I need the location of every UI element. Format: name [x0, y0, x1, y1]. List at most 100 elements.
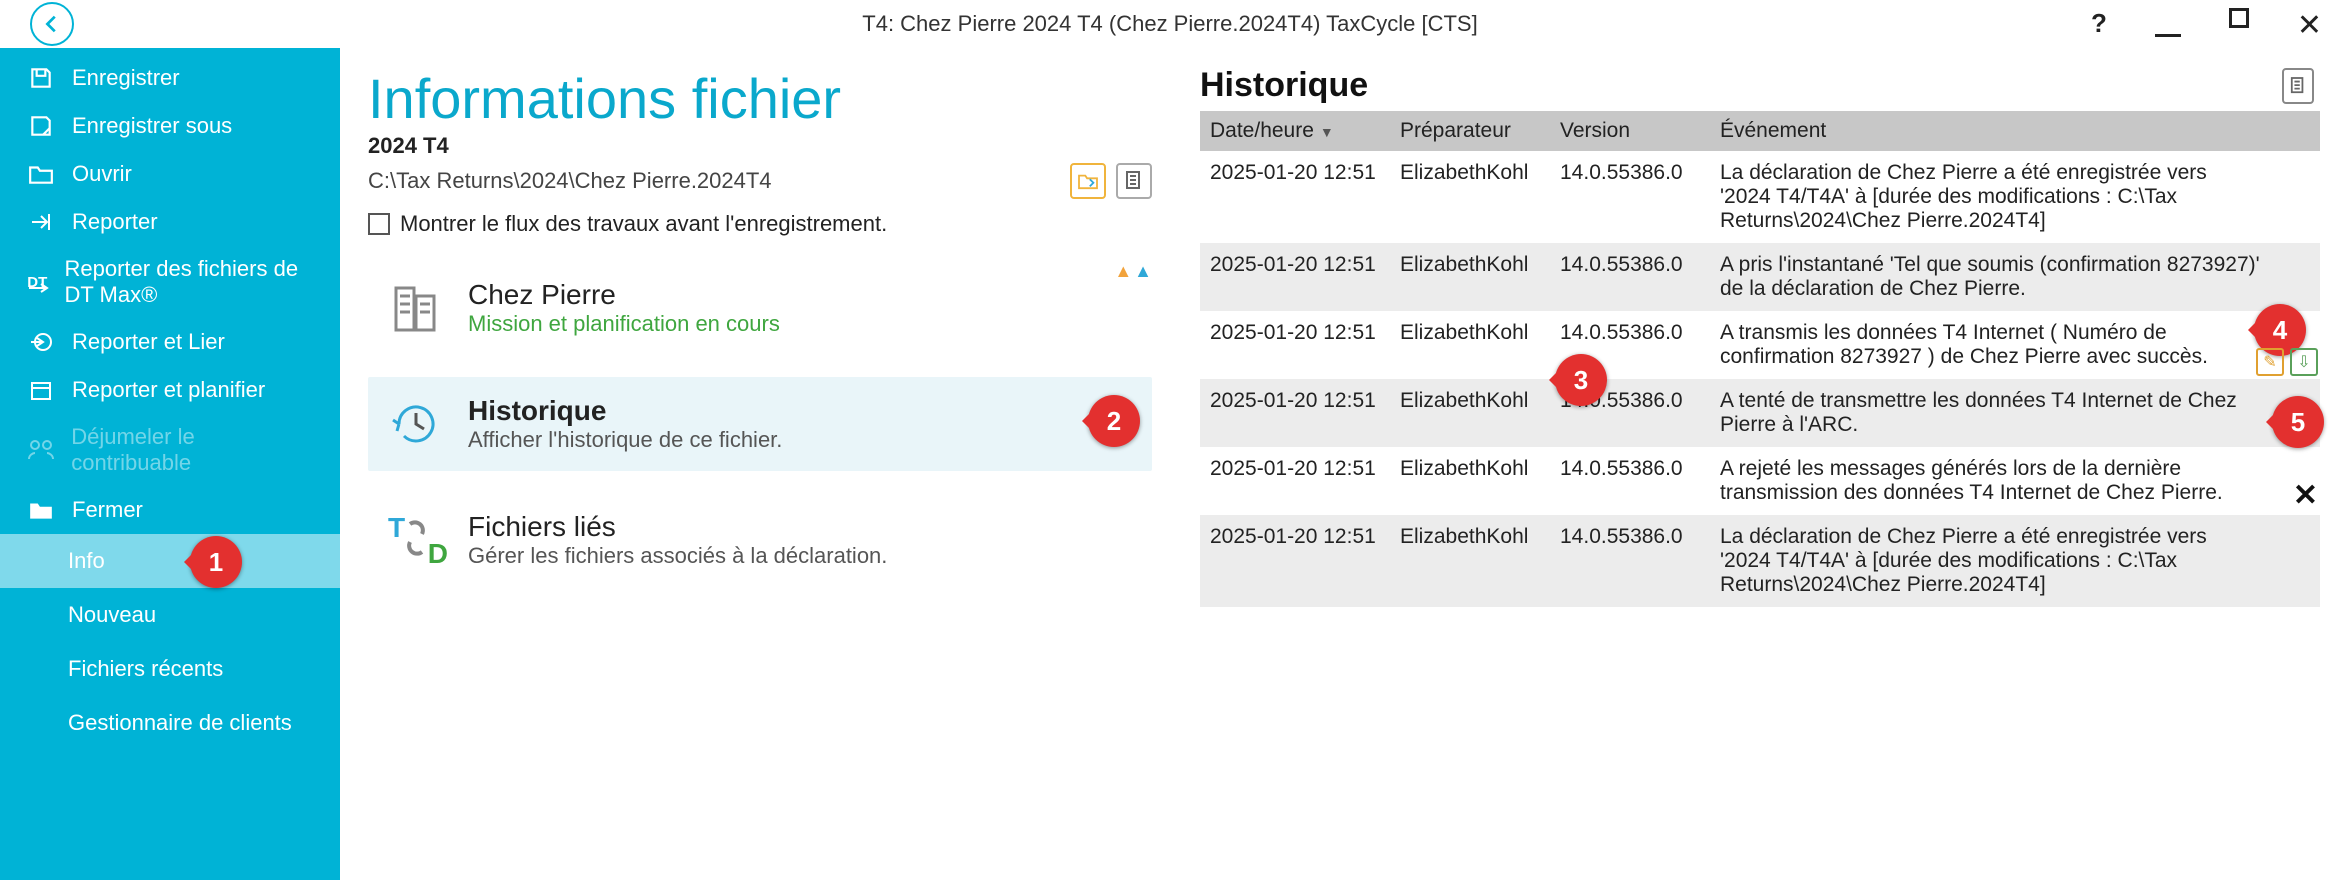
card-subtitle: Afficher l'historique de ce fichier.	[468, 427, 782, 453]
table-row[interactable]: 2025-01-20 12:51ElizabethKohl14.0.55386.…	[1200, 447, 2320, 515]
sidebar-sub-recents[interactable]: Fichiers récents	[0, 642, 340, 696]
cell-event: A rejeté les messages générés lors de la…	[1710, 447, 2320, 515]
sidebar-sub-clients[interactable]: Gestionnaire de clients	[0, 696, 340, 750]
save-snapshot-icon[interactable]: ⇩	[2290, 348, 2318, 376]
back-button[interactable]	[30, 2, 74, 46]
link-forward-icon	[26, 328, 56, 356]
history-heading: Historique	[1200, 66, 1368, 105]
copy-path-button[interactable]	[1116, 163, 1152, 199]
cell-datetime: 2025-01-20 12:51	[1200, 151, 1390, 243]
checkbox-label: Montrer le flux des travaux avant l'enre…	[400, 211, 887, 237]
cell-datetime: 2025-01-20 12:51	[1200, 379, 1390, 447]
cell-version: 14.0.55386.0	[1550, 243, 1710, 311]
cell-version: 14.0.55386.0	[1550, 515, 1710, 607]
cell-datetime: 2025-01-20 12:51	[1200, 243, 1390, 311]
cell-preparer: ElizabethKohl	[1390, 151, 1550, 243]
cell-version: 14.0.55386.0	[1550, 151, 1710, 243]
workflow-checkbox-row[interactable]: Montrer le flux des travaux avant l'enre…	[368, 211, 1152, 237]
sidebar-sub-nouveau[interactable]: Nouveau	[0, 588, 340, 642]
card-subtitle: Gérer les fichiers associés à la déclara…	[468, 543, 887, 569]
sidebar-item-label: Ouvrir	[72, 161, 132, 187]
card-company[interactable]: Chez Pierre Mission et planification en …	[368, 261, 800, 355]
col-preparer[interactable]: Préparateur	[1390, 111, 1550, 151]
sidebar-ouvrir[interactable]: Ouvrir	[0, 150, 340, 198]
cell-preparer: ElizabethKohl	[1390, 379, 1550, 447]
history-table: Date/heure▼ Préparateur Version Événemen…	[1200, 111, 2320, 607]
cell-event: La déclaration de Chez Pierre a été enre…	[1710, 515, 2320, 607]
table-row[interactable]: 2025-01-20 12:51ElizabethKohl14.0.55386.…	[1200, 515, 2320, 607]
save-icon	[26, 64, 56, 92]
sidebar-item-label: Déjumeler le contribuable	[71, 424, 314, 476]
maximize-button[interactable]	[2229, 8, 2249, 28]
col-event[interactable]: Événement	[1710, 111, 2320, 151]
sidebar-sub-info[interactable]: Info 1	[0, 534, 340, 588]
dt-icon: DT	[26, 268, 49, 296]
open-folder-button[interactable]	[1070, 163, 1106, 199]
cell-version: 14.0.55386.0	[1550, 447, 1710, 515]
callout-2: 2	[1088, 395, 1140, 447]
sidebar-item-label: Fermer	[72, 497, 143, 523]
sidebar-reporter-lier[interactable]: Reporter et Lier	[0, 318, 340, 366]
checkbox-icon[interactable]	[368, 213, 390, 235]
sidebar-dejumeler: Déjumeler le contribuable	[0, 414, 340, 486]
sidebar-item-label: Enregistrer sous	[72, 113, 232, 139]
sidebar-reporter-dtmax[interactable]: DT Reporter des fichiers de DT Max®	[0, 246, 340, 318]
history-panel: Historique Date/heure▼ Préparateur Versi…	[1180, 48, 2340, 880]
card-title: Chez Pierre	[468, 279, 780, 311]
cell-preparer: ElizabethKohl	[1390, 515, 1550, 607]
sort-desc-icon: ▼	[1320, 124, 1334, 140]
sidebar-item-label: Reporter des fichiers de DT Max®	[65, 256, 314, 308]
sidebar-reporter-planifier[interactable]: Reporter et planifier	[0, 366, 340, 414]
sidebar-item-label: Reporter	[72, 209, 158, 235]
cell-datetime: 2025-01-20 12:51	[1200, 311, 1390, 379]
sidebar-item-label: Reporter et planifier	[72, 377, 265, 403]
sidebar-enregistrer[interactable]: Enregistrer	[0, 54, 340, 102]
help-button[interactable]: ?	[2091, 8, 2107, 43]
copy-history-button[interactable]	[2282, 68, 2314, 104]
callout-3: 3	[1555, 354, 1607, 406]
file-path: C:\Tax Returns\2024\Chez Pierre.2024T4	[368, 168, 772, 194]
cell-event: A tenté de transmettre les données T4 In…	[1710, 379, 2320, 447]
year-line: 2024 T4	[368, 133, 1152, 159]
page-title: Informations fichier	[368, 66, 1152, 131]
card-history[interactable]: Historique Afficher l'historique de ce f…	[368, 377, 1152, 471]
folder-open-icon	[26, 160, 56, 188]
minimize-button[interactable]	[2155, 2, 2181, 37]
callout-5: 5	[2272, 396, 2324, 448]
edit-snapshot-icon[interactable]: ✎	[2256, 348, 2284, 376]
sidebar-sub-label: Fichiers récents	[68, 656, 223, 681]
calendar-icon	[26, 376, 56, 404]
col-version[interactable]: Version	[1550, 111, 1710, 151]
card-title: Historique	[468, 395, 782, 427]
titlebar: T4: Chez Pierre 2024 T4 (Chez Pierre.202…	[0, 0, 2340, 48]
sidebar-sub-label: Gestionnaire de clients	[68, 710, 292, 735]
dismiss-row-icon[interactable]: ✕	[2293, 478, 2318, 513]
linked-files-icon: T D	[388, 512, 444, 568]
cell-event: La déclaration de Chez Pierre a été enre…	[1710, 151, 2320, 243]
sidebar: Enregistrer Enregistrer sous Ouvrir Repo…	[0, 48, 340, 880]
history-clock-icon	[388, 396, 444, 452]
card-title: Fichiers liés	[468, 511, 887, 543]
forward-icon	[26, 208, 56, 236]
col-datetime[interactable]: Date/heure▼	[1200, 111, 1390, 151]
table-row[interactable]: 2025-01-20 12:51ElizabethKohl14.0.55386.…	[1200, 379, 2320, 447]
row-action-icons: ✎ ⇩	[2256, 348, 2318, 376]
sidebar-item-label: Enregistrer	[72, 65, 180, 91]
card-linked-files[interactable]: T D Fichiers liés Gérer les fichiers ass…	[368, 493, 1152, 587]
table-row[interactable]: 2025-01-20 12:51ElizabethKohl14.0.55386.…	[1200, 151, 2320, 243]
sidebar-sub-label: Nouveau	[68, 602, 156, 627]
table-row[interactable]: 2025-01-20 12:51ElizabethKohl14.0.55386.…	[1200, 243, 2320, 311]
file-info-panel: Informations fichier 2024 T4 C:\Tax Retu…	[340, 48, 1180, 880]
sidebar-fermer[interactable]: Fermer	[0, 486, 340, 534]
people-pair-icon[interactable]: ▲▲	[1114, 261, 1152, 282]
cell-event: A pris l'instantané 'Tel que soumis (con…	[1710, 243, 2320, 311]
cell-preparer: ElizabethKohl	[1390, 447, 1550, 515]
sidebar-item-label: Reporter et Lier	[72, 329, 225, 355]
callout-1: 1	[190, 536, 242, 588]
close-window-button[interactable]: ✕	[2297, 8, 2322, 43]
folder-close-icon	[26, 496, 56, 524]
table-row[interactable]: 2025-01-20 12:51ElizabethKohl14.0.55386.…	[1200, 311, 2320, 379]
sidebar-reporter[interactable]: Reporter	[0, 198, 340, 246]
building-icon	[388, 280, 444, 336]
sidebar-enregistrer-sous[interactable]: Enregistrer sous	[0, 102, 340, 150]
